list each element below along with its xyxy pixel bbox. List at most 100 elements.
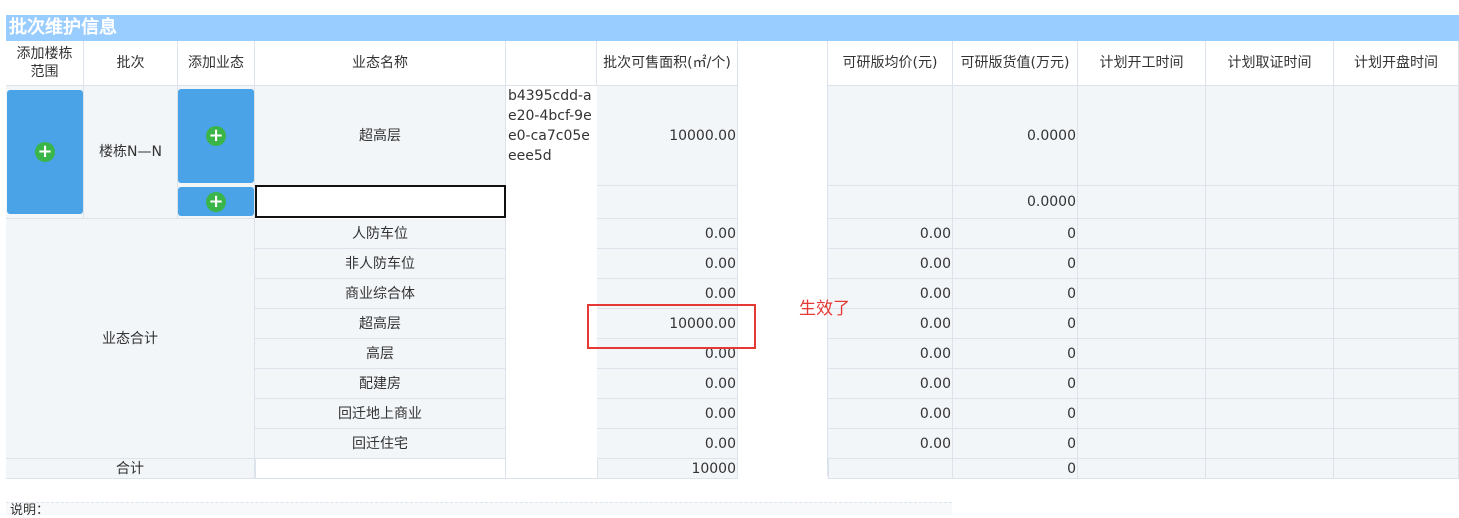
summary-format-name: 配建房 <box>255 369 506 399</box>
summary-open-time <box>1334 309 1459 339</box>
new-format-input[interactable] <box>255 185 506 218</box>
annotation-text: 生效了 <box>799 299 850 319</box>
col-avg-price: 可研版均价(元) <box>828 41 953 86</box>
value-cell: 0.0000 <box>953 86 1078 186</box>
open-time-cell-2 <box>1334 186 1459 219</box>
summary-start-time <box>1078 249 1206 279</box>
summary-permit-time <box>1206 249 1334 279</box>
summary-area: 0.00 <box>597 399 738 429</box>
summary-area: 0.00 <box>597 369 738 399</box>
plus-circle-icon: + <box>206 126 226 146</box>
avg-price-cell-2 <box>828 186 953 219</box>
summary-format-name: 高层 <box>255 339 506 369</box>
col-open-time: 计划开盘时间 <box>1334 41 1459 86</box>
permit-time-cell <box>1206 86 1334 186</box>
uuid-column-blank <box>506 219 597 479</box>
summary-permit-time <box>1206 399 1334 429</box>
col-add-format: 添加业态 <box>178 41 255 86</box>
total-area: 10000 <box>597 459 738 479</box>
summary-area: 0.00 <box>597 249 738 279</box>
summary-start-time <box>1078 339 1206 369</box>
summary-start-time <box>1078 309 1206 339</box>
start-time-cell <box>1078 86 1206 186</box>
sale-area-value: 10000.00 <box>597 86 738 186</box>
total-price <box>828 459 953 479</box>
total-open-time <box>1334 459 1459 479</box>
summary-permit-time <box>1206 279 1334 309</box>
summary-price: 0.00 <box>828 249 953 279</box>
total-permit-time <box>1206 459 1334 479</box>
highlight-box <box>587 304 756 349</box>
start-time-cell-2 <box>1078 186 1206 219</box>
value-cell-2: 0.0000 <box>953 186 1078 219</box>
summary-value: 0 <box>953 429 1078 459</box>
add-format-row-button[interactable]: + <box>178 187 254 216</box>
summary-open-time <box>1334 279 1459 309</box>
total-format-cell <box>255 459 506 479</box>
total-label: 合计 <box>6 459 255 479</box>
summary-start-time <box>1078 219 1206 249</box>
summary-open-time <box>1334 369 1459 399</box>
summary-value: 0 <box>953 219 1078 249</box>
panel-header: 批次维护信息 <box>6 15 1459 41</box>
summary-start-time <box>1078 279 1206 309</box>
format-name-cell: 超高层 <box>255 86 506 186</box>
plus-circle-icon: + <box>206 191 226 212</box>
open-time-cell <box>1334 86 1459 186</box>
summary-start-time <box>1078 369 1206 399</box>
summary-open-time <box>1334 339 1459 369</box>
summary-permit-time <box>1206 369 1334 399</box>
col-uuid <box>506 41 597 86</box>
permit-time-cell-2 <box>1206 186 1334 219</box>
summary-permit-time <box>1206 429 1334 459</box>
summary-area: 0.00 <box>597 429 738 459</box>
col-format-name: 业态名称 <box>255 41 506 86</box>
summary-value: 0 <box>953 339 1078 369</box>
notes-label: 说明： <box>10 503 50 518</box>
col-permit-time: 计划取证时间 <box>1206 41 1334 86</box>
summary-price: 0.00 <box>828 339 953 369</box>
summary-start-time <box>1078 429 1206 459</box>
notes-section: 说明： <box>6 502 952 518</box>
summary-permit-time <box>1206 309 1334 339</box>
total-value: 0 <box>953 459 1078 479</box>
col-start-time: 计划开工时间 <box>1078 41 1206 86</box>
summary-permit-time <box>1206 219 1334 249</box>
summary-price: 0.00 <box>828 219 953 249</box>
summary-label: 业态合计 <box>6 219 255 459</box>
plus-circle-icon: + <box>35 142 55 162</box>
building-range: 楼栋N—N <box>84 86 178 219</box>
summary-price: 0.00 <box>828 399 953 429</box>
summary-format-name: 回迁地上商业 <box>255 399 506 429</box>
summary-start-time <box>1078 399 1206 429</box>
col-sale-area: 批次可售面积(㎡/个) <box>597 41 738 86</box>
add-building-button[interactable]: + <box>7 90 83 214</box>
summary-format-name: 商业综合体 <box>255 279 506 309</box>
summary-value: 0 <box>953 309 1078 339</box>
sale-area-empty <box>597 186 738 219</box>
spacer-column <box>738 41 828 476</box>
col-batch: 批次 <box>84 41 178 86</box>
summary-format-name: 非人防车位 <box>255 249 506 279</box>
summary-area: 0.00 <box>597 219 738 249</box>
summary-format-name: 超高层 <box>255 309 506 339</box>
col-value: 可研版货值(万元) <box>953 41 1078 86</box>
summary-permit-time <box>1206 339 1334 369</box>
summary-open-time <box>1334 399 1459 429</box>
summary-format-name: 回迁住宅 <box>255 429 506 459</box>
total-start-time <box>1078 459 1206 479</box>
panel-title: 批次维护信息 <box>9 17 117 38</box>
summary-format-name: 人防车位 <box>255 219 506 249</box>
summary-value: 0 <box>953 369 1078 399</box>
summary-value: 0 <box>953 249 1078 279</box>
add-format-button[interactable]: + <box>178 89 254 183</box>
summary-price: 0.00 <box>828 429 953 459</box>
format-id: b4395cdd-ae20-4bcf-9ee0-ca7c05eeee5d <box>506 86 597 166</box>
summary-open-time <box>1334 249 1459 279</box>
summary-price: 0.00 <box>828 369 953 399</box>
col-add-building: 添加楼栋 范围 <box>6 41 84 86</box>
summary-value: 0 <box>953 279 1078 309</box>
summary-open-time <box>1334 219 1459 249</box>
summary-value: 0 <box>953 399 1078 429</box>
avg-price-cell <box>828 86 953 186</box>
